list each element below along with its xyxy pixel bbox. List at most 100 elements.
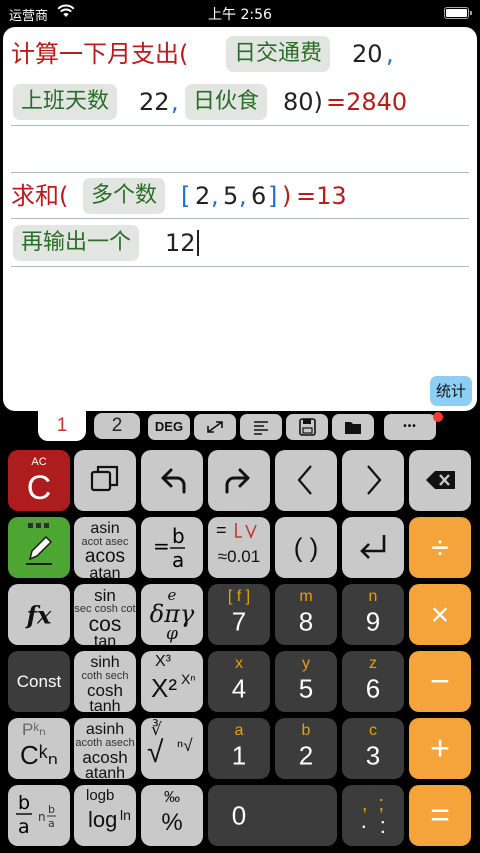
doc-line-4[interactable]: 求和( 多个数 [ 2 , 5 , 6 ] ) =13: [11, 173, 469, 219]
digit-9-button[interactable]: n 9: [342, 584, 404, 645]
key-label-main: Cᵏₙ: [20, 740, 58, 770]
expand-icon[interactable]: [194, 414, 236, 440]
variable-value[interactable]: 22: [139, 88, 170, 116]
digit-5-button[interactable]: y 5: [275, 651, 337, 712]
logarithm-key[interactable]: logb log ln: [74, 785, 136, 846]
digit-2-button[interactable]: b 2: [275, 718, 337, 779]
tab-2[interactable]: 2: [94, 413, 140, 439]
line-text: 求和(: [11, 181, 69, 210]
array-value[interactable]: 2: [195, 182, 210, 210]
keypad: AC C asin acot asec acos atan = b a = ≈0.0…: [0, 446, 480, 853]
digit-7-button[interactable]: [ f ] 7: [208, 584, 270, 645]
key-label: 2: [298, 740, 314, 771]
inverse-trig-key[interactable]: asin acot asec acos atan: [74, 517, 136, 578]
constants-key[interactable]: Const: [8, 651, 70, 712]
variable-token[interactable]: 多个数: [83, 177, 166, 214]
key-label: · :: [360, 813, 386, 838]
key-label-top: Pᵏₙ: [22, 720, 46, 739]
battery-icon: [444, 7, 472, 19]
cursor-right-icon[interactable]: [342, 450, 404, 511]
key-secondary-label: a: [234, 722, 244, 739]
doc-line-3[interactable]: [11, 126, 469, 173]
combinatorics-key[interactable]: Pᵏₙ Cᵏₙ: [8, 718, 70, 779]
key-label-main: acos: [84, 546, 126, 567]
key-label-top: asinh: [85, 721, 125, 738]
enter-icon[interactable]: [342, 517, 404, 578]
key-secondary-label: m: [299, 588, 313, 605]
key-label-main: cos: [88, 613, 122, 636]
tab-1[interactable]: 1: [38, 411, 86, 441]
variable-token[interactable]: 日交通费: [226, 36, 331, 72]
variable-value[interactable]: 20: [352, 40, 383, 68]
save-icon[interactable]: [286, 414, 328, 440]
key-secondary-label: ln: [120, 807, 131, 823]
key-secondary-label: z: [369, 655, 377, 672]
fraction-key[interactable]: = b a: [141, 517, 203, 578]
digit-0-button[interactable]: 0: [208, 785, 337, 846]
cursor-left-icon[interactable]: [275, 450, 337, 511]
variable-token[interactable]: 再输出一个: [13, 224, 140, 261]
digit-6-button[interactable]: z 6: [342, 651, 404, 712]
digit-1-button[interactable]: a 1: [208, 718, 270, 779]
trig-key[interactable]: sin sec cosh cot cos tan: [74, 584, 136, 645]
approx-key[interactable]: = ≈0.01: [208, 517, 270, 578]
separator: ,: [386, 40, 394, 68]
divide-button[interactable]: ÷: [409, 517, 471, 578]
doc-line-1[interactable]: 计算一下月支出( 日交通费 20 ,: [11, 33, 469, 75]
key-label-top: asin: [90, 520, 120, 537]
punctuation-key[interactable]: , ; · :: [342, 785, 404, 846]
svg-text:b: b: [172, 524, 185, 548]
variable-value[interactable]: 80): [283, 88, 323, 116]
redo-icon[interactable]: [208, 450, 270, 511]
key-label-bottom: atanh: [84, 765, 126, 780]
clear-button[interactable]: AC C: [8, 450, 70, 511]
key-label: 6: [365, 673, 381, 704]
multiply-button[interactable]: ×: [409, 584, 471, 645]
power-key[interactable]: X³ X² Xⁿ: [141, 651, 203, 712]
equals-button[interactable]: =: [409, 785, 471, 846]
edit-pencil-icon[interactable]: [8, 517, 70, 578]
key-label-bottom: atan: [89, 565, 121, 579]
align-text-icon[interactable]: [240, 414, 282, 440]
key-label: ( ): [293, 532, 319, 562]
digit-4-button[interactable]: x 4: [208, 651, 270, 712]
variable-token[interactable]: 上班天数: [13, 84, 118, 120]
key-label-main: cosh: [87, 681, 123, 700]
percent-key[interactable]: ‰ %: [141, 785, 203, 846]
key-label: 7: [231, 606, 247, 637]
notification-dot: [433, 412, 443, 422]
svg-text:a: a: [172, 548, 184, 572]
undo-icon[interactable]: [141, 450, 203, 511]
plus-button[interactable]: +: [409, 718, 471, 779]
inverse-hyperbolic-key[interactable]: asinh acoth asech acosh atanh: [74, 718, 136, 779]
copy-icon[interactable]: [74, 450, 136, 511]
key-label-top: ‰: [164, 789, 180, 806]
parentheses-key[interactable]: ( ): [275, 517, 337, 578]
mixed-fraction-key[interactable]: banba: [8, 785, 70, 846]
all-clear-label: AC: [31, 456, 47, 468]
variable-token[interactable]: 日伙食: [185, 84, 268, 120]
minus-button[interactable]: −: [409, 651, 471, 712]
folder-icon[interactable]: [332, 414, 374, 440]
calculation-document[interactable]: 计算一下月支出( 日交通费 20 , 上班天数 22 , 日伙食 80) =28…: [3, 27, 477, 411]
svg-text:n: n: [38, 810, 46, 824]
digit-3-button[interactable]: c 3: [342, 718, 404, 779]
function-key[interactable]: fx: [8, 584, 70, 645]
digit-8-button[interactable]: m 8: [275, 584, 337, 645]
input-value[interactable]: 12: [165, 229, 199, 257]
greek-key[interactable]: e δπγ φ: [141, 584, 203, 645]
angle-mode-button[interactable]: DEG: [148, 414, 190, 440]
key-label: 5: [298, 673, 314, 704]
more-button[interactable]: •••: [384, 414, 436, 440]
root-key[interactable]: ∛ √ ⁿ√: [141, 718, 203, 779]
doc-line-2[interactable]: 上班天数 22 , 日伙食 80) =2840: [11, 79, 469, 126]
hyperbolic-key[interactable]: sinh coth sech cosh tanh: [74, 651, 136, 712]
key-label: 1: [231, 740, 247, 771]
result-value: =13: [296, 181, 347, 210]
backspace-icon[interactable]: [409, 450, 471, 511]
key-label-top: sin: [94, 586, 116, 605]
array-value[interactable]: 6: [251, 182, 266, 210]
stats-button[interactable]: 统计: [430, 376, 472, 406]
array-value[interactable]: 5: [223, 182, 238, 210]
doc-line-5[interactable]: 再输出一个 12: [11, 219, 469, 267]
